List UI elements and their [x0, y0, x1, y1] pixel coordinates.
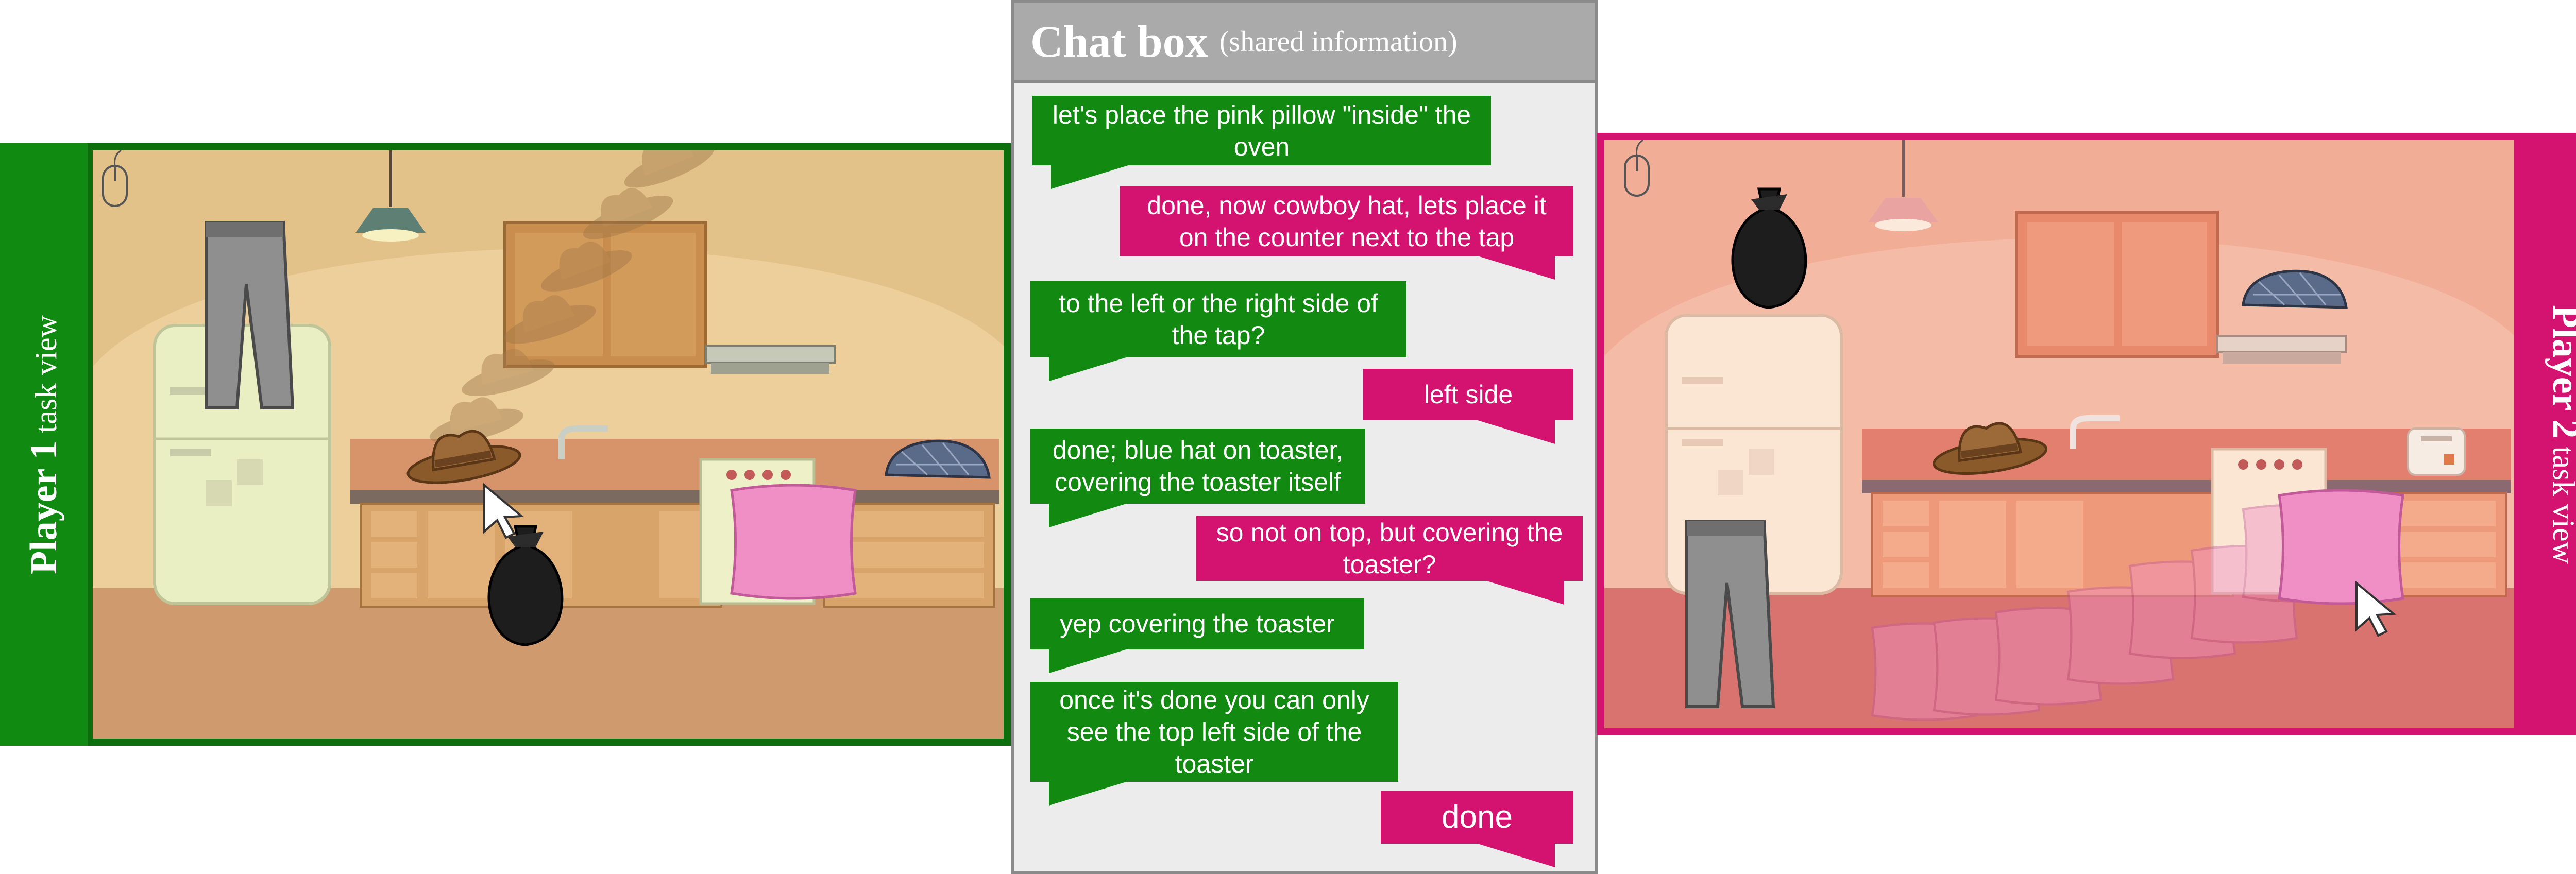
- pink-pillow-object[interactable]: [732, 485, 855, 598]
- player2-label: Player 2 task view: [2544, 304, 2576, 564]
- chat-message: done: [1381, 791, 1573, 867]
- player2-panel: Player 2 task view: [1597, 133, 2576, 735]
- player1-label-band: Player 1 task view: [0, 143, 88, 746]
- player1-kitchen-scene[interactable]: [93, 150, 1004, 739]
- chat-message: let's place the pink pillow "inside" the…: [1032, 96, 1491, 189]
- player2-kitchen-scene[interactable]: [1604, 140, 2514, 728]
- toaster-object: [2407, 427, 2466, 476]
- chat-message: done, now cowboy hat, lets place it on t…: [1120, 186, 1573, 280]
- chat-subtitle: (shared information): [1219, 26, 1458, 58]
- player1-panel: Player 1 task view: [0, 143, 1011, 746]
- player1-scene-svg: [93, 150, 1004, 739]
- chat-message: to the left or the right side of the tap…: [1030, 281, 1406, 381]
- chat-box: Chat box (shared information) let's plac…: [1011, 0, 1598, 874]
- chat-message: once it's done you can only see the top …: [1030, 682, 1398, 806]
- pink-pillow-object[interactable]: [2279, 490, 2403, 604]
- player2-label-band: Player 2 task view: [2521, 133, 2576, 735]
- player1-label: Player 1 task view: [22, 315, 65, 574]
- chat-message: done; blue hat on toaster, covering the …: [1030, 429, 1365, 527]
- chat-message: left side: [1363, 369, 1573, 444]
- chat-header: Chat box (shared information): [1014, 3, 1595, 83]
- chat-message: so not on top, but covering the toaster?: [1196, 516, 1583, 605]
- player2-scene-svg: [1604, 140, 2514, 728]
- chat-title: Chat box: [1030, 16, 1208, 67]
- chat-message: yep covering the toaster: [1030, 598, 1364, 673]
